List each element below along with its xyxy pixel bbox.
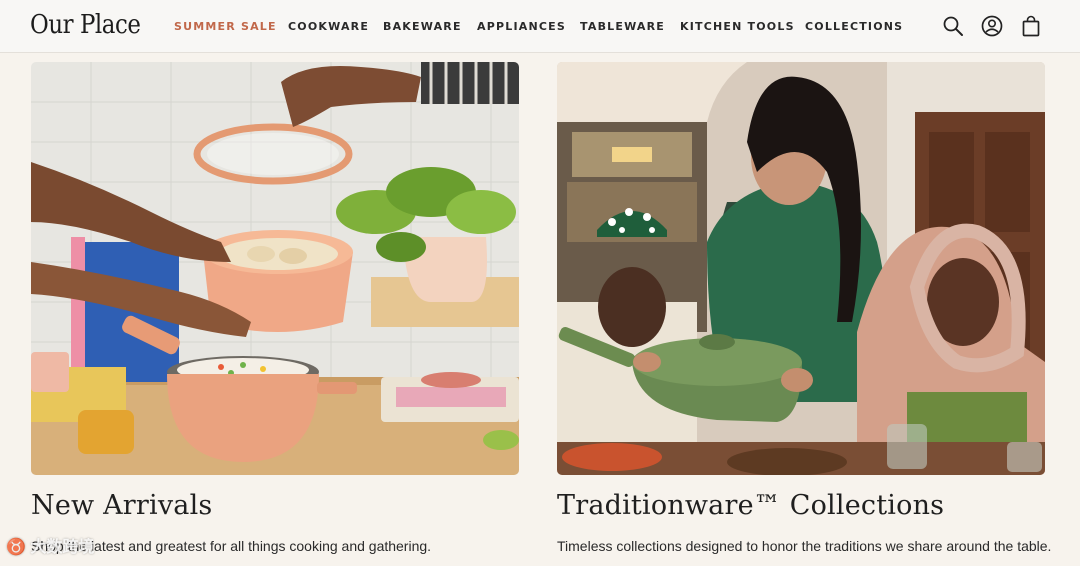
traditionware-description: Timeless collections designed to honor t…: [557, 538, 1052, 554]
nav-summer-sale[interactable]: SUMMER SALE: [174, 20, 277, 33]
cart-icon[interactable]: [1020, 15, 1042, 37]
account-icon[interactable]: [981, 15, 1003, 37]
nav-cookware[interactable]: COOKWARE: [288, 20, 369, 33]
nav-bakeware[interactable]: BAKEWARE: [383, 20, 462, 33]
traditionware-image[interactable]: [557, 62, 1045, 475]
nav-appliances[interactable]: APPLIANCES: [477, 20, 566, 33]
nav-tableware[interactable]: TABLEWARE: [580, 20, 665, 33]
nav-kitchen-tools[interactable]: KITCHEN TOOLS: [680, 20, 795, 33]
brand-logo[interactable]: Our Place: [30, 10, 141, 40]
watermark-text: ♉ 大数跨境: [6, 539, 95, 556]
new-arrivals-image[interactable]: [31, 62, 519, 475]
search-icon[interactable]: [942, 15, 964, 37]
site-header: Our Place SUMMER SALE COOKWARE BAKEWARE …: [0, 0, 1080, 53]
nav-collections[interactable]: COLLECTIONS: [805, 20, 903, 33]
new-arrivals-title[interactable]: New Arrivals: [31, 490, 213, 521]
traditionware-title[interactable]: Traditionware™ Collections: [557, 490, 944, 521]
